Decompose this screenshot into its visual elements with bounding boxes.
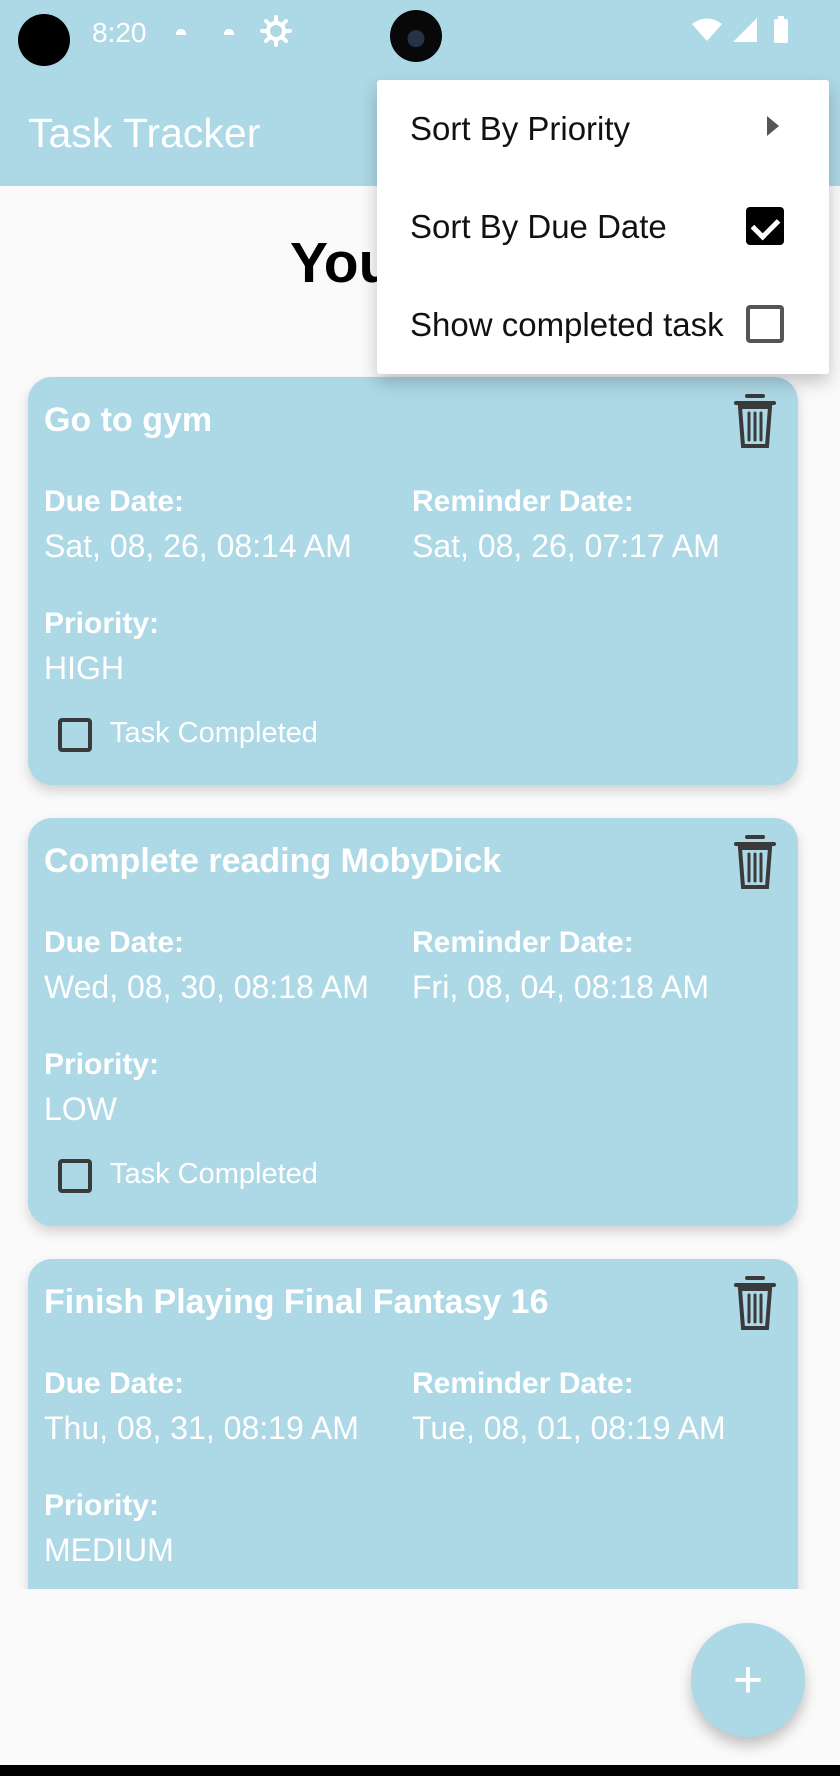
menu-item-label: Show completed task xyxy=(410,306,724,343)
battery-icon xyxy=(774,16,788,43)
task-title: Complete reading MobyDick xyxy=(44,842,502,880)
due-date-value: Thu, 08, 31, 08:19 AM xyxy=(44,1410,359,1446)
task-card[interactable]: Complete reading MobyDick Due Date: Wed,… xyxy=(28,818,798,1226)
due-date-value: Sat, 08, 26, 08:14 AM xyxy=(44,528,352,564)
task-card[interactable]: Go to gym Due Date: Sat, 08, 26, 08:14 A… xyxy=(28,377,798,785)
camera-cutout xyxy=(390,10,442,62)
app-title: Task Tracker xyxy=(28,110,261,156)
priority-label: Priority: xyxy=(44,1489,160,1522)
due-date-label: Due Date: xyxy=(44,1367,185,1400)
menu-item-sort-due-date[interactable]: Sort By Due Date xyxy=(377,178,829,276)
due-date-label: Due Date: xyxy=(44,485,185,518)
status-dot-icon xyxy=(18,14,70,66)
navigation-bar xyxy=(0,1765,840,1776)
priority-value: LOW xyxy=(44,1091,117,1127)
priority-label: Priority: xyxy=(44,607,160,640)
system-icons xyxy=(690,15,790,45)
task-list[interactable]: Go to gym Due Date: Sat, 08, 26, 08:14 A… xyxy=(0,376,840,1589)
priority-value: HIGH xyxy=(44,650,124,686)
trash-icon[interactable] xyxy=(732,393,778,449)
trash-icon[interactable] xyxy=(732,1275,778,1331)
sort-due-date-checkbox[interactable] xyxy=(746,207,784,245)
add-task-button[interactable]: + xyxy=(691,1623,805,1737)
menu-item-label: Sort By Priority xyxy=(410,110,631,147)
signal-icon xyxy=(733,18,757,42)
priority-value: MEDIUM xyxy=(44,1532,174,1568)
cloud-icon xyxy=(176,29,186,35)
status-bar: 8:20 xyxy=(0,0,840,66)
gear-icon xyxy=(260,15,292,47)
task-completed-checkbox[interactable] xyxy=(58,718,92,752)
due-date-label: Due Date: xyxy=(44,926,185,959)
status-time: 8:20 xyxy=(92,17,147,48)
reminder-date-label: Reminder Date: xyxy=(412,926,634,959)
menu-item-show-completed[interactable]: Show completed task xyxy=(377,276,829,374)
task-completed-label: Task Completed xyxy=(110,717,318,749)
reminder-date-label: Reminder Date: xyxy=(412,1367,634,1400)
priority-label: Priority: xyxy=(44,1048,160,1081)
reminder-date-value: Sat, 08, 26, 07:17 AM xyxy=(412,528,720,564)
reminder-date-label: Reminder Date: xyxy=(412,485,634,518)
notification-icons xyxy=(172,15,292,47)
reminder-date-value: Fri, 08, 04, 08:18 AM xyxy=(412,969,710,1005)
task-tracker-screen: 8:20 Task Tracker You Go to gym Due Date… xyxy=(0,0,840,1776)
cloud-icon xyxy=(224,29,234,35)
wifi-icon xyxy=(692,18,722,41)
task-title: Finish Playing Final Fantasy 16 xyxy=(44,1283,549,1321)
task-completed-checkbox[interactable] xyxy=(58,1159,92,1193)
reminder-date-value: Tue, 08, 01, 08:19 AM xyxy=(412,1410,726,1446)
overflow-menu: Sort By Priority Sort By Due Date Show c… xyxy=(377,80,829,374)
trash-icon[interactable] xyxy=(732,834,778,890)
task-completed-label: Task Completed xyxy=(110,1158,318,1190)
checkmark-icon xyxy=(750,210,781,241)
task-title: Go to gym xyxy=(44,401,213,439)
chevron-right-icon xyxy=(767,116,779,136)
task-card[interactable]: Finish Playing Final Fantasy 16 Due Date… xyxy=(28,1259,798,1589)
menu-item-sort-priority[interactable]: Sort By Priority xyxy=(377,80,829,178)
plus-icon: + xyxy=(732,1651,764,1709)
show-completed-checkbox[interactable] xyxy=(746,305,784,343)
menu-item-label: Sort By Due Date xyxy=(410,208,667,245)
due-date-value: Wed, 08, 30, 08:18 AM xyxy=(44,969,369,1005)
